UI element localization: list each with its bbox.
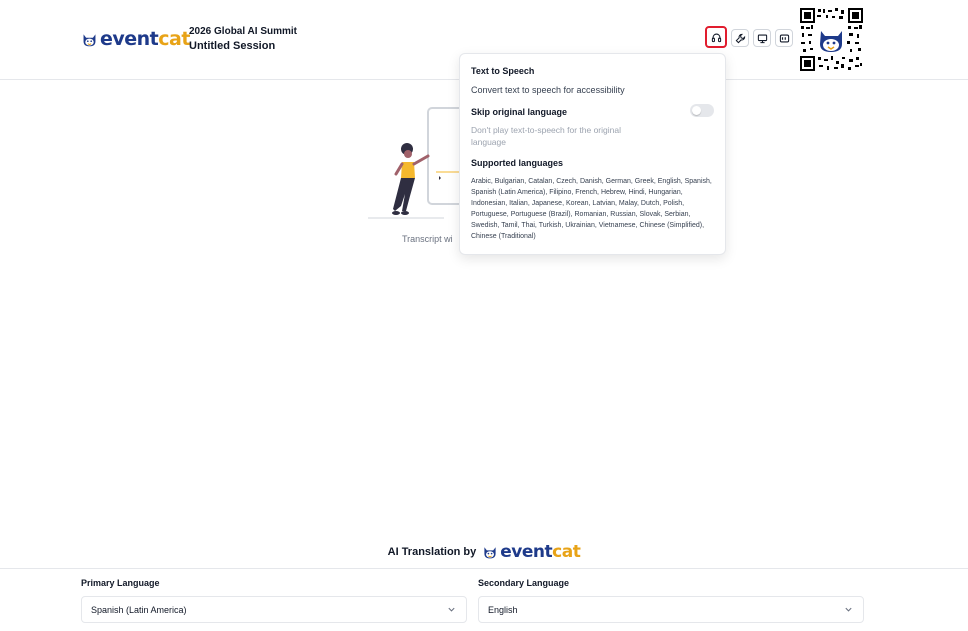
cat-logo-icon	[484, 547, 496, 559]
qr-code	[799, 7, 864, 72]
transcript-hint: Transcript wi	[402, 234, 453, 244]
supported-languages-title: Supported languages	[471, 158, 564, 168]
chevron-down-icon	[845, 607, 852, 612]
primary-language-value: Spanish (Latin America)	[91, 605, 187, 615]
session-name: Untitled Session	[189, 40, 276, 52]
chevron-down-icon	[448, 607, 455, 612]
tts-description: Convert text to speech for accessibility	[471, 85, 625, 95]
skip-original-row: Skip original language	[471, 104, 714, 117]
secondary-language-label: Secondary Language	[478, 578, 570, 588]
cat-logo-icon	[83, 33, 96, 46]
event-titles: 2026 Global AI Summit Untitled Session	[189, 26, 297, 52]
secondary-language-value: English	[488, 605, 518, 615]
supported-languages-list: Arabic, Bulgarian, Catalan, Czech, Danis…	[471, 178, 712, 240]
captions-button[interactable]	[775, 29, 793, 47]
tts-popover: Text to Speech Convert text to speech fo…	[459, 53, 726, 255]
headphones-icon	[711, 33, 721, 42]
tts-title: Text to Speech	[471, 66, 535, 76]
caption-icon	[779, 34, 789, 42]
presentation-button[interactable]	[753, 29, 771, 47]
footer-divider	[0, 568, 968, 569]
skip-original-label: Skip original language	[471, 107, 568, 117]
powered-by-label: AI Translation by	[387, 546, 477, 558]
empty-state-illustration	[368, 107, 468, 219]
footer-logo-text[interactable]: eventcat	[500, 542, 581, 562]
logo-text: eventcat	[100, 28, 190, 50]
primary-language-select[interactable]: Spanish (Latin America)	[81, 596, 467, 623]
primary-language-label: Primary Language	[81, 578, 160, 588]
settings-button[interactable]	[731, 29, 749, 47]
wrench-icon	[735, 33, 745, 43]
skip-original-description: Don't play text-to-speech for the origin…	[471, 125, 621, 147]
event-name: 2026 Global AI Summit	[189, 26, 297, 37]
secondary-language-select[interactable]: English	[478, 596, 864, 623]
skip-original-toggle[interactable]	[690, 104, 714, 117]
text-to-speech-button[interactable]	[705, 26, 727, 48]
monitor-icon	[757, 34, 767, 43]
eventcat-logo[interactable]: eventcat	[81, 28, 190, 50]
powered-by: AI Translation by eventcat	[0, 542, 968, 562]
